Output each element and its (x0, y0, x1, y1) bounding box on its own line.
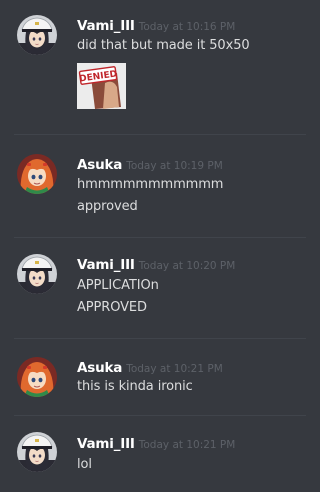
username[interactable]: Asuka (77, 360, 122, 376)
timestamp: Today at 10:21 PM (126, 363, 223, 375)
message-group: Asuka Today at 10:21 PM this is kinda iro… (0, 339, 306, 415)
message-header: Vami_III Today at 10:16 PM (77, 15, 235, 34)
white-cap-anime-avatar-icon (17, 432, 57, 472)
message-group: Asuka Today at 10:19 PM hmmmmmmmmmmm appr… (0, 135, 306, 237)
message-text: APPLICATIOn (77, 278, 159, 293)
message-text: this is kinda ironic (77, 379, 193, 394)
avatar[interactable] (17, 357, 57, 397)
avatar[interactable] (17, 432, 57, 472)
message-group: Vami_III Today at 10:21 PM lol (0, 416, 306, 492)
message-text: APPROVED (77, 300, 147, 315)
denied-stamp-image-icon: DENIED (77, 63, 126, 109)
avatar[interactable] (17, 15, 57, 55)
avatar[interactable] (17, 154, 57, 194)
message-header: Asuka Today at 10:19 PM (77, 154, 223, 173)
image-attachment[interactable]: DENIED (77, 63, 126, 109)
timestamp: Today at 10:21 PM (138, 439, 236, 451)
username[interactable]: Vami_III (77, 18, 135, 34)
message-header: Vami_III Today at 10:20 PM (77, 254, 235, 273)
orange-hair-anime-avatar-icon (17, 154, 57, 194)
white-cap-anime-avatar-icon (17, 15, 57, 55)
username[interactable]: Vami_III (77, 436, 135, 452)
message-text: hmmmmmmmmmmm (77, 177, 224, 192)
message-group: Vami_III Today at 10:20 PM APPLICATIOn AP… (0, 238, 306, 338)
chat-log: Vami_III Today at 10:16 PM did that but m… (0, 0, 306, 492)
timestamp: Today at 10:20 PM (138, 260, 236, 272)
username[interactable]: Asuka (77, 157, 122, 173)
orange-hair-anime-avatar-icon (17, 357, 57, 397)
timestamp: Today at 10:16 PM (138, 21, 236, 33)
message-header: Asuka Today at 10:21 PM (77, 357, 223, 376)
white-cap-anime-avatar-icon (17, 254, 57, 294)
message-text: lol (77, 457, 92, 472)
message-text: did that but made it 50x50 (77, 38, 250, 53)
username[interactable]: Vami_III (77, 257, 135, 273)
avatar[interactable] (17, 254, 57, 294)
message-group: Vami_III Today at 10:16 PM did that but m… (0, 0, 306, 135)
timestamp: Today at 10:19 PM (126, 160, 223, 172)
message-text: approved (77, 199, 138, 214)
message-header: Vami_III Today at 10:21 PM (77, 433, 235, 452)
